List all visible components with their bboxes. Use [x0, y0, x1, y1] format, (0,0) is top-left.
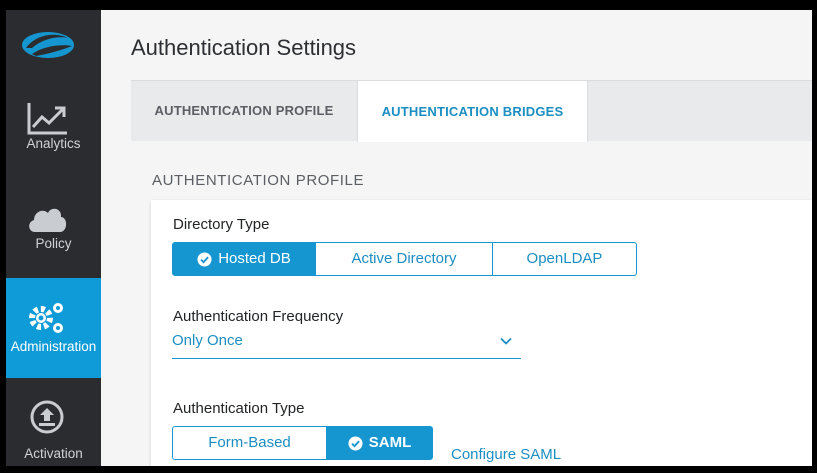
page-title: Authentication Settings — [131, 35, 357, 60]
option-label: Active Directory — [351, 250, 457, 267]
sidebar-item-label: Analytics — [26, 136, 81, 151]
check-circle-icon — [348, 435, 363, 451]
check-circle-icon — [197, 251, 212, 267]
option-label: Form-Based — [208, 434, 291, 451]
option-label: Hosted DB — [218, 250, 291, 267]
sidebar-item-label: Policy — [35, 236, 72, 251]
app-window: Analytics Policy Administration Activati… — [6, 10, 812, 466]
directory-option-openldap[interactable]: OpenLDAP — [493, 242, 637, 276]
configure-saml-link[interactable]: Configure SAML — [451, 446, 561, 463]
auth-option-form-based[interactable]: Form-Based — [172, 426, 327, 460]
option-label: SAML — [368, 434, 412, 451]
directory-option-active-directory[interactable]: Active Directory — [316, 242, 493, 276]
directory-type-segmented: Hosted DB Active Directory OpenLDAP — [172, 242, 637, 276]
tab-authentication-profile[interactable]: AUTHENTICATION PROFILE — [131, 81, 357, 141]
auth-frequency-value: Only Once — [172, 332, 243, 349]
chart-line-icon — [27, 103, 67, 135]
sidebar-item-policy[interactable]: Policy — [6, 188, 101, 288]
auth-option-saml[interactable]: SAML — [327, 426, 433, 460]
sidebar: Analytics Policy Administration Activati… — [6, 10, 101, 466]
logo-icon[interactable] — [18, 24, 76, 64]
auth-frequency-label: Authentication Frequency — [173, 308, 344, 325]
section-title: AUTHENTICATION PROFILE — [152, 172, 365, 189]
main-content: Authentication Settings AUTHENTICATION P… — [101, 10, 812, 466]
directory-type-label: Directory Type — [173, 216, 270, 233]
sidebar-item-activation[interactable]: Activation — [6, 388, 101, 466]
sidebar-item-analytics[interactable]: Analytics — [6, 88, 101, 188]
option-label: OpenLDAP — [526, 250, 603, 267]
auth-profile-card: Directory Type Hosted DB Active Director… — [151, 200, 812, 466]
tab-authentication-bridges[interactable]: AUTHENTICATION BRIDGES — [357, 80, 588, 142]
directory-option-hosted-db[interactable]: Hosted DB — [172, 242, 316, 276]
chevron-down-icon — [500, 337, 512, 345]
tab-bar: AUTHENTICATION PROFILE AUTHENTICATION BR… — [131, 80, 812, 142]
upload-icon — [30, 400, 64, 434]
sidebar-item-label: Activation — [24, 446, 83, 461]
sidebar-item-label: Administration — [10, 339, 97, 354]
sidebar-item-administration[interactable]: Administration — [6, 278, 101, 378]
cloud-icon — [29, 208, 67, 232]
auth-type-segmented: Form-Based SAML — [172, 426, 433, 460]
gears-icon — [29, 303, 63, 333]
auth-type-label: Authentication Type — [173, 400, 305, 417]
auth-frequency-select[interactable]: Only Once — [172, 330, 521, 359]
